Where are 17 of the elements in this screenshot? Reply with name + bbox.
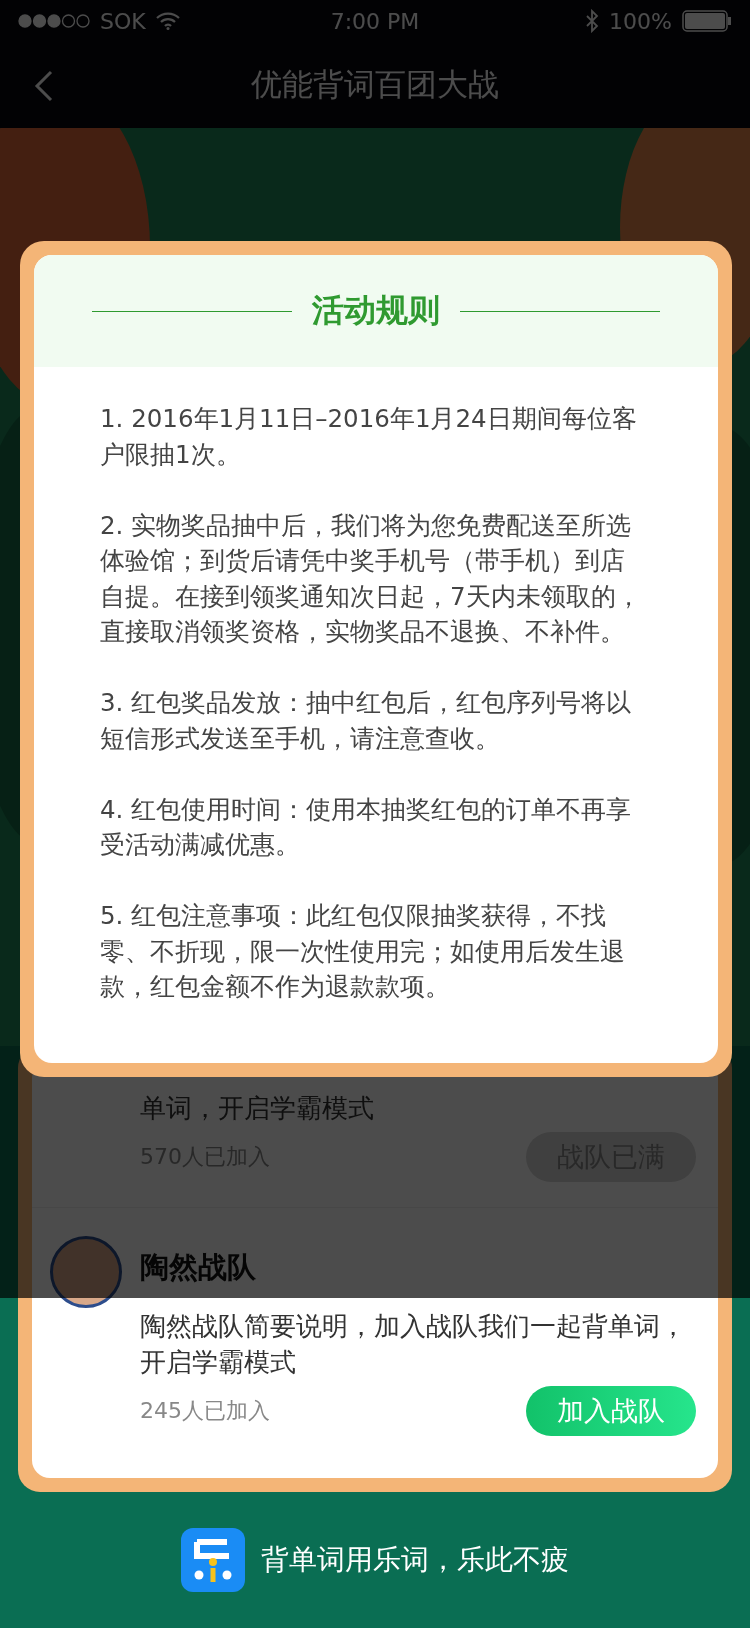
team-description: 单词，开启学霸模式: [140, 1092, 375, 1125]
join-team-button[interactable]: 加入战队: [526, 1386, 696, 1436]
rule-paragraph: 5. 红包注意事项：此红包仅限抽奖获得，不找零、不折现，限一次性使用完；如使用后发生退款，红包金额不作为退款款项。: [100, 900, 626, 1003]
page-title: 优能背词百团大战: [251, 65, 499, 104]
rule-paragraph: 4. 红包使用时间：使用本抽奖红包的订单不再享受活动满减优惠。: [100, 793, 633, 861]
rule-paragraph: 2. 实物奖品抽中后，我们将为您免费配送至所选体验馆；到货后请凭中奖手机号（带手机）到店自提。在接到领奖通知次日起，7天内未领取的，直接取消领奖资格，实物奖品不退换、不补件。: [100, 509, 642, 648]
battery-percent: 100%: [609, 8, 672, 34]
carrier-name: SOK: [100, 8, 146, 34]
status-time: 7:00 PM: [330, 8, 420, 34]
footer-slogan: 背单词用乐词，乐此不疲: [261, 1542, 569, 1578]
team-description: 陶然战队简要说明，加入战队我们一起背单词，开启学霸模式: [140, 1310, 687, 1379]
team-name: 陶然战队: [140, 1249, 257, 1286]
rule-paragraph: 3. 红包奖品发放：抽中红包后，红包序列号将以短信形式发送至手机，请注意查收。: [100, 687, 633, 755]
dialog-title: 活动规则: [312, 290, 440, 331]
rule-paragraph: 1. 2016年1月11日–2016年1月24日期间每位客户限抽1次。: [100, 403, 638, 471]
app-logo-icon: [181, 1528, 245, 1592]
member-count: 245人已加入: [140, 1397, 270, 1425]
